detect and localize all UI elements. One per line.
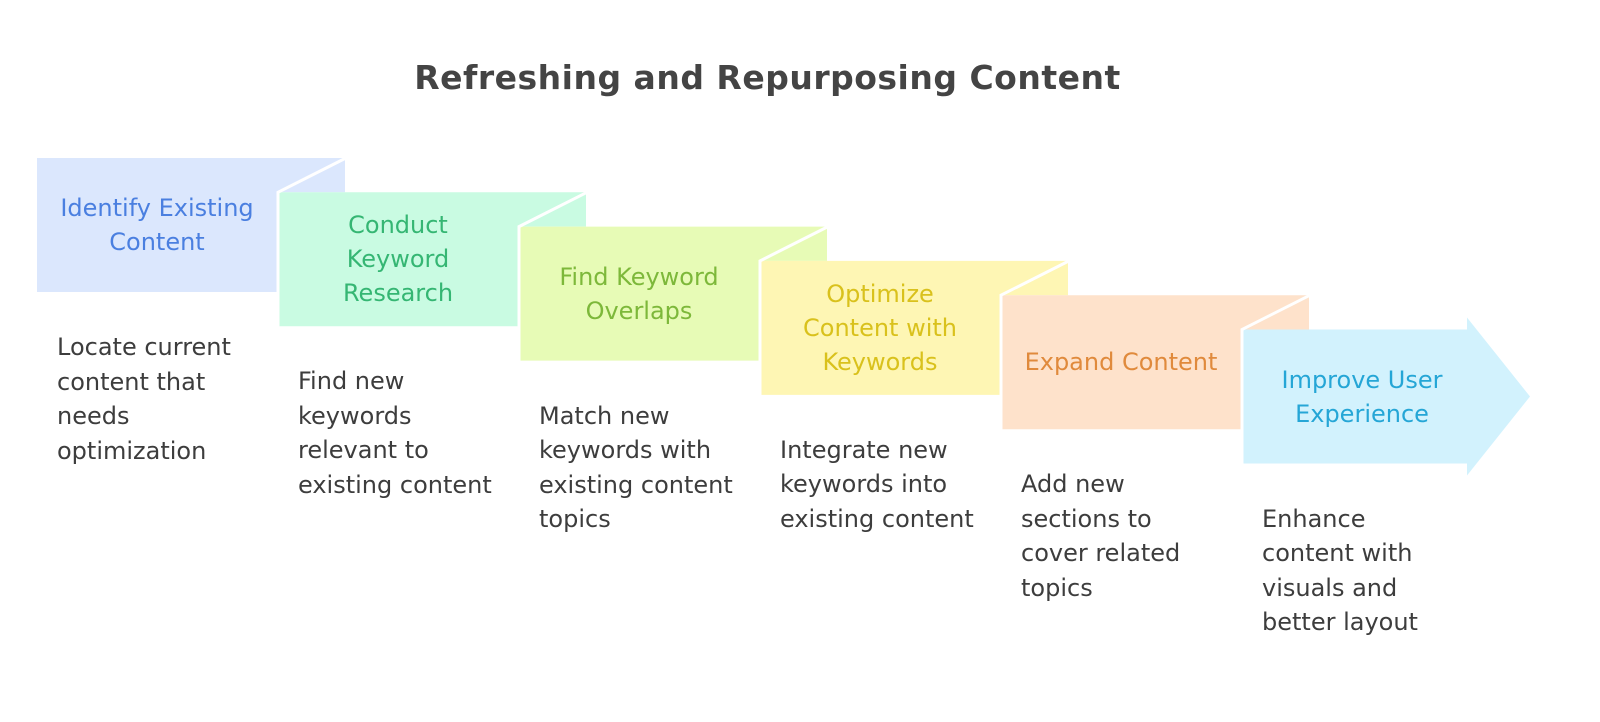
step-title-text: Expand Content: [1024, 348, 1218, 377]
step-title-text: Find Keyword Overlaps: [559, 262, 719, 325]
step-title-2: Conduct Keyword Research: [278, 192, 518, 326]
step-description-2: Find new keywords relevant to existing c…: [298, 367, 492, 499]
step-title-6: Improve User Experience: [1242, 330, 1482, 464]
step-title-text: Optimize Content with Keywords: [803, 279, 957, 376]
step-description-1: Locate current content that needs optimi…: [57, 333, 231, 465]
step-description-3: Match new keywords with existing content…: [539, 401, 733, 534]
step-description-4: Integrate new keywords into existing con…: [780, 435, 974, 533]
step-title-1: Identify Existing Content: [37, 158, 277, 292]
step-title-text: Improve User Experience: [1281, 365, 1443, 428]
step-title-text: Identify Existing Content: [60, 194, 254, 256]
step-description-5: Add new sections to cover related topics: [1021, 470, 1181, 602]
step-title-text: Conduct Keyword Research: [342, 211, 454, 308]
step-description-6: Enhance content with visuals and better …: [1262, 504, 1418, 637]
step-title-3: Find Keyword Overlaps: [519, 227, 759, 361]
step-title-4: Optimize Content with Keywords: [760, 261, 1000, 395]
step-title-5: Expand Content: [1001, 295, 1241, 429]
